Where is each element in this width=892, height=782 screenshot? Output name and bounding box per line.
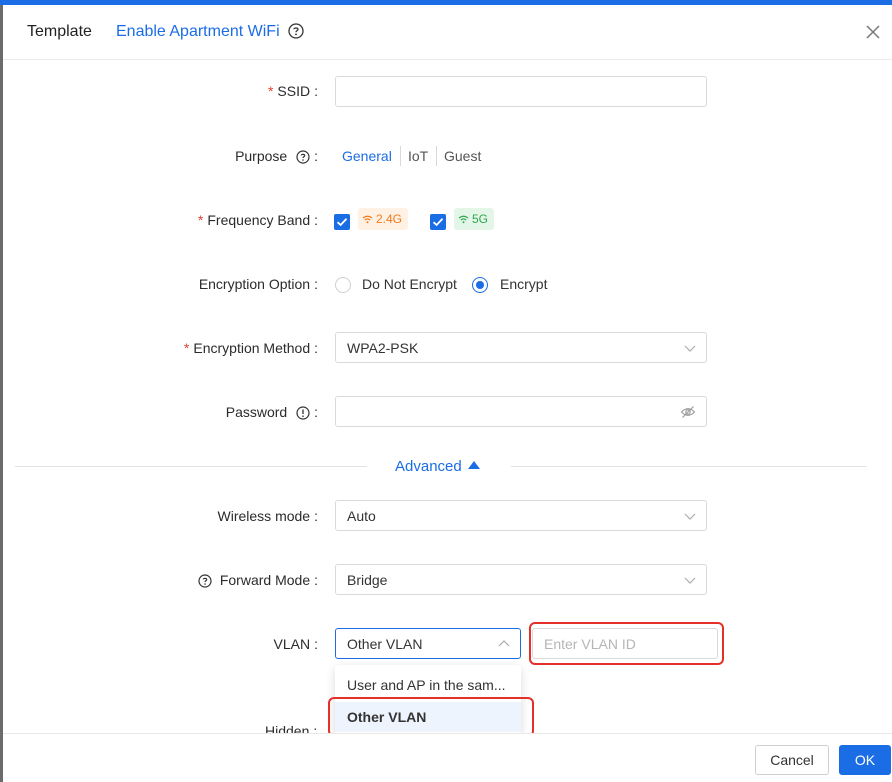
vlan-option-same-vlan[interactable]: User and AP in the sam... — [335, 670, 521, 700]
cancel-button[interactable]: Cancel — [755, 745, 829, 775]
encryption-method-select[interactable]: WPA2-PSK — [335, 332, 707, 363]
vlan-label: VLAN: — [273, 636, 318, 652]
help-icon[interactable] — [288, 23, 304, 39]
advanced-divider-right — [511, 466, 867, 467]
ok-button[interactable]: OK — [839, 745, 891, 775]
encrypt-label: Encrypt — [500, 276, 548, 292]
forward-mode-select[interactable]: Bridge — [335, 564, 707, 595]
password-input[interactable] — [335, 396, 707, 427]
encryption-method-value: WPA2-PSK — [347, 340, 419, 356]
purpose-general-option[interactable]: General — [342, 148, 392, 164]
advanced-toggle[interactable]: Advanced — [395, 458, 480, 475]
ssid-input[interactable] — [335, 76, 707, 107]
eye-off-icon[interactable] — [680, 405, 696, 419]
do-not-encrypt-label: Do Not Encrypt — [362, 276, 457, 292]
frequency-band-label: * Frequency Band: — [197, 212, 318, 228]
other-vlan-highlight-box — [328, 697, 534, 737]
vlan-id-highlight-box — [529, 622, 724, 665]
required-asterisk: * — [183, 340, 190, 356]
check-icon — [336, 218, 348, 227]
close-icon[interactable] — [865, 24, 881, 40]
advanced-divider-left — [15, 466, 367, 467]
chevron-down-icon — [684, 577, 696, 584]
vlan-select[interactable]: Other VLAN — [335, 628, 521, 659]
modal-footer: Cancel OK — [3, 733, 892, 782]
purpose-help-icon[interactable] — [296, 150, 310, 164]
modal-title: Enable Apartment WiFi — [116, 23, 280, 40]
purpose-label: Purpose : — [235, 148, 318, 164]
caret-up-icon — [467, 461, 480, 469]
segment-divider — [436, 146, 437, 166]
wireless-mode-label: Wireless mode: — [217, 508, 318, 524]
wifi-icon — [362, 215, 373, 224]
band-24g-tag: 2.4G — [358, 208, 409, 230]
encrypt-radio[interactable] — [472, 277, 488, 293]
segment-divider — [400, 146, 401, 166]
template-label: Template — [27, 23, 92, 40]
password-label: Password : — [225, 404, 318, 420]
encryption-method-label: * Encryption Method: — [183, 340, 318, 356]
band-5g-tag: 5G — [454, 208, 495, 230]
band-24g-checkbox[interactable] — [334, 214, 350, 230]
info-icon[interactable] — [296, 406, 310, 420]
do-not-encrypt-radio[interactable] — [335, 277, 351, 293]
vlan-value: Other VLAN — [347, 636, 423, 652]
modal-dialog: Template Enable Apartment WiFi * SSID: Pu… — [3, 5, 892, 782]
forward-mode-help-icon[interactable] — [198, 574, 212, 588]
forward-mode-label: Forward Mode: — [3, 572, 318, 588]
check-icon — [432, 218, 444, 227]
purpose-iot-option[interactable]: IoT — [408, 148, 428, 164]
wireless-mode-select[interactable]: Auto — [335, 500, 707, 531]
chevron-down-icon — [684, 513, 696, 520]
wifi-icon — [458, 215, 469, 224]
wireless-mode-value: Auto — [347, 508, 376, 524]
forward-mode-value: Bridge — [347, 572, 388, 588]
ssid-label: * SSID: — [267, 83, 318, 99]
chevron-up-icon — [498, 640, 510, 647]
modal-header: Template Enable Apartment WiFi — [3, 5, 892, 60]
purpose-guest-option[interactable]: Guest — [444, 148, 481, 164]
chevron-down-icon — [684, 345, 696, 352]
required-asterisk: * — [197, 212, 204, 228]
band-5g-checkbox[interactable] — [430, 214, 446, 230]
required-asterisk: * — [267, 83, 274, 99]
encryption-option-label: Encryption Option: — [198, 276, 318, 292]
